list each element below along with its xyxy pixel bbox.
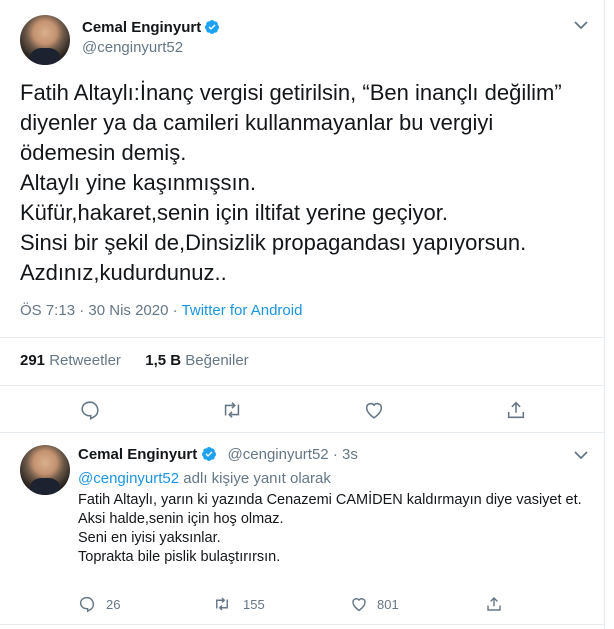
likes-count: 1,5 B [145, 352, 182, 369]
divider [0, 432, 604, 433]
retweets-label: Retweetler [49, 352, 121, 369]
reply-count: 26 [106, 597, 121, 612]
tweet-card: Cemal Enginyurt @cenginyurt52 Fatih Alta… [0, 0, 605, 629]
reply-age[interactable]: · 3s [333, 446, 358, 463]
verified-badge-icon [204, 20, 219, 34]
replying-to-handle[interactable]: @cenginyurt52 [78, 470, 179, 487]
heart-icon [352, 598, 366, 612]
meta-separator: · [172, 302, 178, 319]
retweet-icon [224, 402, 240, 418]
reply-text: Fatih Altaylı, yarın ki yazında Cenazemi… [78, 492, 582, 565]
tweet-text: Fatih Altaylı:İnanç vergisi getirilsin, … [20, 80, 562, 285]
retweets-count: 291 [20, 352, 46, 369]
heart-icon [365, 402, 383, 419]
chevron-down-icon[interactable] [574, 20, 588, 30]
verified-badge-icon [201, 447, 216, 461]
meta-separator: · [79, 302, 85, 319]
author-name[interactable]: Cemal Enginyurt [82, 19, 201, 36]
reply-button[interactable] [79, 399, 101, 421]
replying-to: @cenginyurt52 adlı kişiye yanıt olarak [78, 470, 331, 487]
reply-icon [81, 401, 99, 421]
retweets-stat[interactable]: 291 Retweetler [20, 352, 121, 369]
share-icon [487, 596, 501, 611]
tweet-stats: 291 Retweetler 1,5 B Beğeniler [20, 352, 249, 369]
likes-stat[interactable]: 1,5 B Beğeniler [145, 352, 248, 369]
divider [0, 624, 604, 625]
retweet-icon [216, 597, 228, 611]
like-count: 801 [377, 597, 399, 612]
reply-like-button[interactable] [350, 595, 368, 613]
reply-author-name[interactable]: Cemal Enginyurt [78, 446, 197, 463]
tweet-source[interactable]: Twitter for Android [182, 302, 303, 319]
reply-icon [79, 596, 95, 613]
retweet-count: 155 [243, 597, 265, 612]
tweet-time[interactable]: ÖS 7:13 [20, 302, 75, 319]
author-avatar[interactable] [20, 15, 70, 65]
reply-retweet-button[interactable] [213, 595, 231, 613]
reply-share-button[interactable] [485, 595, 503, 613]
reply-author-avatar[interactable] [20, 445, 70, 495]
share-button[interactable] [505, 399, 527, 421]
tweet-meta: ÖS 7:13 · 30 Nis 2020 · Twitter for Andr… [20, 302, 302, 319]
like-button[interactable] [363, 399, 385, 421]
author-handle[interactable]: @cenginyurt52 [82, 39, 183, 56]
retweet-button[interactable] [221, 399, 243, 421]
likes-label: Beğeniler [185, 352, 249, 369]
tweet-date[interactable]: 30 Nis 2020 [88, 302, 168, 319]
replying-to-label: adlı kişiye yanıt olarak [183, 470, 331, 487]
share-icon [507, 401, 525, 419]
reply-header: Cemal Enginyurt @cenginyurt52 · 3s [78, 446, 358, 463]
divider [0, 337, 604, 338]
reply-author-handle[interactable]: @cenginyurt52 [228, 446, 329, 463]
divider [0, 385, 604, 386]
reply-reply-button[interactable] [78, 595, 96, 613]
chevron-down-icon[interactable] [574, 450, 588, 460]
